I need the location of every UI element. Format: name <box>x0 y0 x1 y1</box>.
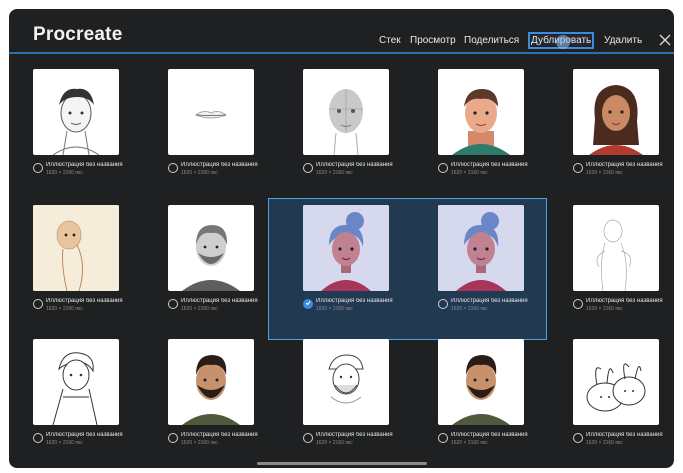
artwork-thumbnail[interactable] <box>33 69 119 155</box>
gallery-item[interactable]: Иллюстрация без названия 1620 × 2160 пкс <box>561 339 674 467</box>
artwork-thumbnail[interactable] <box>573 339 659 425</box>
select-radio-icon[interactable] <box>438 433 448 443</box>
artwork-thumbnail[interactable] <box>168 339 254 425</box>
gallery-item[interactable]: Иллюстрация без названия 1620 × 2160 пкс <box>291 205 419 333</box>
touch-indicator <box>556 35 570 49</box>
artwork-title: Иллюстрация без названия <box>586 162 663 168</box>
select-radio-icon[interactable] <box>33 163 43 173</box>
top-bar-divider <box>9 52 674 54</box>
app-title: Procreate <box>33 24 123 45</box>
artwork-dimensions: 1620 × 2160 пкс <box>586 170 623 176</box>
close-icon[interactable] <box>658 33 672 47</box>
artwork-dimensions: 1620 × 2160 пкс <box>46 440 83 446</box>
select-radio-icon[interactable] <box>168 163 178 173</box>
top-bar: Procreate Стек Просмотр Поделиться Дубли… <box>9 9 674 54</box>
artwork-dimensions: 1620 × 2160 пкс <box>181 306 218 312</box>
share-button[interactable]: Поделиться <box>464 35 519 46</box>
gallery-grid: Иллюстрация без названия 1620 × 2160 пкс … <box>9 55 674 468</box>
artwork-title: Иллюстрация без названия <box>316 298 393 304</box>
artwork-dimensions: 1620 × 2160 пкс <box>451 170 488 176</box>
artwork-title: Иллюстрация без названия <box>316 432 393 438</box>
artwork-title: Иллюстрация без названия <box>451 162 528 168</box>
artwork-dimensions: 1620 × 2160 пкс <box>586 440 623 446</box>
artwork-dimensions: 1620 × 2160 пкс <box>316 440 353 446</box>
gallery-item[interactable]: Иллюстрация без названия 1620 × 2160 пкс <box>156 205 284 333</box>
artwork-dimensions: 1620 × 2160 пкс <box>316 306 353 312</box>
artwork-dimensions: 1620 × 2160 пкс <box>181 170 218 176</box>
select-radio-icon[interactable] <box>573 433 583 443</box>
artwork-thumbnail[interactable] <box>573 205 659 291</box>
artwork-thumbnail[interactable] <box>168 69 254 155</box>
artwork-dimensions: 1620 × 2160 пкс <box>586 306 623 312</box>
gallery-item[interactable]: Иллюстрация без названия 1620 × 2160 пкс <box>426 69 554 197</box>
artwork-title: Иллюстрация без названия <box>586 432 663 438</box>
artwork-thumbnail[interactable] <box>438 339 524 425</box>
gallery-item[interactable]: Иллюстрация без названия 1620 × 2160 пкс <box>426 339 554 467</box>
artwork-title: Иллюстрация без названия <box>46 162 123 168</box>
gallery-item[interactable]: Иллюстрация без названия 1620 × 2160 пкс <box>561 69 674 197</box>
artwork-thumbnail[interactable] <box>303 205 389 291</box>
artwork-title: Иллюстрация без названия <box>316 162 393 168</box>
artwork-title: Иллюстрация без названия <box>46 298 123 304</box>
artwork-title: Иллюстрация без названия <box>46 432 123 438</box>
select-radio-icon[interactable] <box>438 163 448 173</box>
artwork-thumbnail[interactable] <box>438 205 524 291</box>
artwork-title: Иллюстрация без названия <box>181 162 258 168</box>
artwork-thumbnail[interactable] <box>33 205 119 291</box>
select-radio-icon[interactable] <box>303 163 313 173</box>
artwork-dimensions: 1620 × 2160 пкс <box>46 306 83 312</box>
gallery-item[interactable]: Иллюстрация без названия 1620 × 2160 пкс <box>291 69 419 197</box>
artwork-dimensions: 1620 × 2160 пкс <box>316 170 353 176</box>
select-radio-icon[interactable] <box>33 433 43 443</box>
select-radio-icon[interactable] <box>33 299 43 309</box>
artwork-title: Иллюстрация без названия <box>181 432 258 438</box>
artwork-thumbnail[interactable] <box>303 339 389 425</box>
artwork-dimensions: 1620 × 2160 пкс <box>181 440 218 446</box>
stack-button[interactable]: Стек <box>379 35 401 46</box>
artwork-dimensions: 1620 × 2160 пкс <box>451 306 488 312</box>
select-radio-icon[interactable] <box>573 163 583 173</box>
gallery-item[interactable]: Иллюстрация без названия 1620 × 2160 пкс <box>21 69 149 197</box>
preview-button[interactable]: Просмотр <box>410 35 456 46</box>
gallery-item[interactable]: Иллюстрация без названия 1620 × 2160 пкс <box>156 69 284 197</box>
select-radio-icon[interactable] <box>303 433 313 443</box>
select-radio-icon[interactable] <box>438 299 448 309</box>
artwork-thumbnail[interactable] <box>168 205 254 291</box>
gallery-item[interactable]: Иллюстрация без названия 1620 × 2160 пкс <box>21 339 149 467</box>
artwork-thumbnail[interactable] <box>438 69 524 155</box>
gallery-item[interactable]: Иллюстрация без названия 1620 × 2160 пкс <box>156 339 284 467</box>
procreate-window: Procreate Стек Просмотр Поделиться Дубли… <box>9 9 674 468</box>
home-indicator <box>257 462 427 465</box>
artwork-thumbnail[interactable] <box>303 69 389 155</box>
artwork-title: Иллюстрация без названия <box>586 298 663 304</box>
artwork-title: Иллюстрация без названия <box>451 298 528 304</box>
artwork-title: Иллюстрация без названия <box>181 298 258 304</box>
select-radio-icon[interactable] <box>168 433 178 443</box>
artwork-dimensions: 1620 × 2160 пкс <box>46 170 83 176</box>
selected-check-icon[interactable] <box>303 299 313 309</box>
select-radio-icon[interactable] <box>573 299 583 309</box>
gallery-item[interactable]: Иллюстрация без названия 1620 × 2160 пкс <box>426 205 554 333</box>
artwork-thumbnail[interactable] <box>33 339 119 425</box>
gallery-item[interactable]: Иллюстрация без названия 1620 × 2160 пкс <box>561 205 674 333</box>
delete-button[interactable]: Удалить <box>604 35 642 46</box>
gallery-item[interactable]: Иллюстрация без названия 1620 × 2160 пкс <box>21 205 149 333</box>
gallery-item[interactable]: Иллюстрация без названия 1620 × 2160 пкс <box>291 339 419 467</box>
artwork-dimensions: 1620 × 2160 пкс <box>451 440 488 446</box>
artwork-title: Иллюстрация без названия <box>451 432 528 438</box>
artwork-thumbnail[interactable] <box>573 69 659 155</box>
select-radio-icon[interactable] <box>168 299 178 309</box>
